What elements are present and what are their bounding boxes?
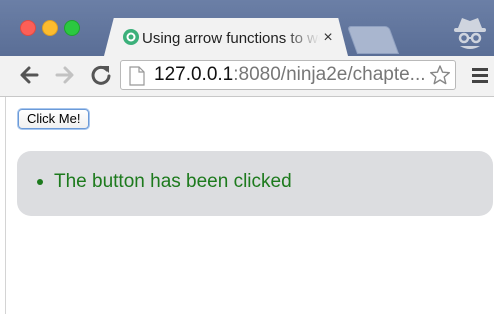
hamburger-menu-icon[interactable] <box>470 66 490 84</box>
ninja-favicon-icon <box>123 29 139 45</box>
url-host: 127.0.0.1 <box>154 64 234 85</box>
list-bullet <box>37 179 43 185</box>
forward-arrow-icon[interactable] <box>52 62 78 88</box>
tab-close-button[interactable]: × <box>320 29 336 47</box>
star-icon[interactable] <box>429 64 451 86</box>
tab-title: Using arrow functions to work around fun… <box>142 30 320 47</box>
url-path: :8080/ninja2e/chapte... <box>233 64 426 85</box>
viewport-border <box>5 97 6 314</box>
zoom-window-button[interactable] <box>64 20 80 36</box>
result-item-text: The button has been clicked <box>54 171 292 192</box>
close-window-button[interactable] <box>20 20 36 36</box>
reload-icon[interactable] <box>88 62 114 88</box>
back-arrow-icon[interactable] <box>16 62 42 88</box>
page-icon <box>129 66 145 86</box>
minimize-window-button[interactable] <box>42 20 58 36</box>
incognito-icon <box>454 18 486 49</box>
click-me-button[interactable]: Click Me! <box>18 109 90 129</box>
url-text[interactable]: 127.0.0.1:8080/ninja2e/chapte... <box>154 63 426 87</box>
